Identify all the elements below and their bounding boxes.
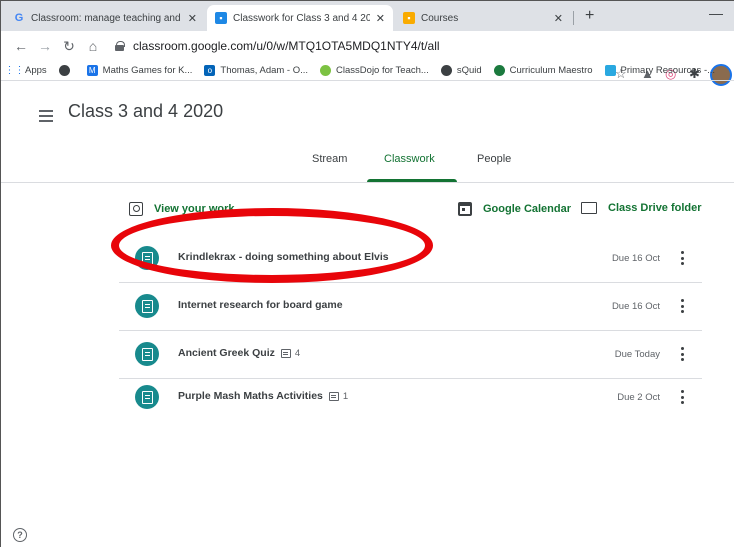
comment-count: 1: [328, 391, 348, 402]
due-date: Due 2 Oct: [617, 392, 660, 403]
google-calendar-link[interactable]: Google Calendar: [458, 202, 571, 216]
tab-strip: G Classroom: manage teaching and ✕ ▪ Cla…: [1, 1, 734, 31]
calendar-icon: [458, 202, 472, 216]
lock-icon: [115, 41, 125, 51]
bookmark-label: Apps: [25, 65, 47, 76]
page-title[interactable]: Class 3 and 4 2020: [68, 101, 223, 122]
bookmark-label: Primary Resources -...: [620, 65, 716, 76]
assignment-row[interactable]: Internet research for board game Due 16 …: [119, 283, 702, 331]
primary-resources-icon: [604, 65, 616, 76]
assignment-ind-icon: [129, 202, 143, 216]
divider: [1, 182, 734, 183]
red-highlight-ellipse: [111, 208, 433, 283]
tab-label: Classwork for Class 3 and 4 2020: [233, 12, 370, 24]
assignment-icon: [135, 342, 159, 366]
browser-toolbar: ← → ↻ ⌂ classroom.google.com/u/0/w/MTQ1O…: [1, 31, 734, 86]
assignment-title: Purple Mash Maths Activities 1: [178, 390, 349, 402]
classdojo-icon: [320, 65, 332, 76]
new-tab-icon[interactable]: +: [585, 7, 594, 25]
help-icon[interactable]: ?: [13, 528, 27, 542]
tab-classroom-help[interactable]: G Classroom: manage teaching and ✕: [5, 5, 205, 31]
comment-count: 4: [280, 348, 300, 359]
back-icon[interactable]: ←: [9, 38, 33, 54]
comment-icon: [328, 391, 339, 401]
classroom-icon: ▪: [215, 12, 227, 24]
tab-separator: [573, 11, 574, 25]
bookmarks-bar: ⋮⋮ Apps M Maths Games for K... o Thomas,…: [1, 61, 734, 81]
assignment-icon: [135, 294, 159, 318]
drive-label: Class Drive folder: [608, 202, 702, 214]
bookmark-squid[interactable]: sQuid: [440, 65, 482, 76]
bookmark-label: Thomas, Adam - O...: [220, 65, 309, 76]
more-options-icon[interactable]: [680, 390, 684, 404]
tab-classwork-active[interactable]: Classwork: [384, 153, 435, 165]
bookmark-icon: M: [86, 65, 98, 76]
browser-window: G Classroom: manage teaching and ✕ ▪ Cla…: [0, 0, 734, 547]
reload-icon[interactable]: ↻: [57, 38, 81, 55]
bookmark-label: Curriculum Maestro: [509, 65, 593, 76]
forward-icon[interactable]: →: [33, 38, 57, 54]
due-date: Due 16 Oct: [611, 301, 660, 312]
bookmark-curriculum-maestro[interactable]: Curriculum Maestro: [493, 65, 593, 76]
class-drive-folder-link[interactable]: Class Drive folder: [581, 202, 702, 214]
assignment-icon: [135, 385, 159, 409]
bookmark-primary-resources[interactable]: Primary Resources -...: [604, 65, 716, 76]
tab-stream[interactable]: Stream: [312, 153, 347, 165]
classroom-icon: ▪: [403, 12, 415, 24]
folder-icon: [581, 202, 597, 214]
home-icon[interactable]: ⌂: [81, 38, 105, 54]
url-text: classroom.google.com/u/0/w/MTQ1OTA5MDQ1N…: [133, 39, 440, 53]
calendar-label: Google Calendar: [483, 203, 572, 215]
more-options-icon[interactable]: [680, 251, 684, 265]
maestro-icon: [493, 65, 505, 76]
close-tab-icon[interactable]: ✕: [376, 12, 385, 25]
bookmark-globe[interactable]: [58, 65, 75, 76]
google-icon: G: [14, 12, 24, 24]
bookmark-label: sQuid: [456, 65, 482, 76]
more-options-icon[interactable]: [680, 347, 684, 361]
bookmark-label: Maths Games for K...: [102, 65, 193, 76]
due-date: Due Today: [614, 349, 660, 360]
tab-courses[interactable]: ▪ Courses ✕: [395, 5, 571, 31]
bookmark-maths-games[interactable]: M Maths Games for K...: [86, 65, 193, 76]
tab-classwork[interactable]: ▪ Classwork for Class 3 and 4 2020 ✕: [207, 5, 393, 31]
globe-icon: [440, 65, 452, 76]
globe-icon: [58, 65, 70, 76]
outlook-icon: o: [204, 65, 216, 76]
bookmark-apps[interactable]: ⋮⋮ Apps: [4, 65, 47, 76]
minimize-icon[interactable]: —: [709, 5, 723, 21]
due-date: Due 16 Oct: [611, 253, 660, 264]
menu-icon[interactable]: [39, 110, 53, 122]
tab-label: Courses: [421, 12, 459, 24]
bookmark-classdojo[interactable]: ClassDojo for Teach...: [320, 65, 429, 76]
assignment-title: Ancient Greek Quiz 4: [178, 347, 301, 359]
bookmark-label: ClassDojo for Teach...: [336, 65, 429, 76]
bookmark-outlook[interactable]: o Thomas, Adam - O...: [204, 65, 308, 76]
tab-people[interactable]: People: [477, 153, 511, 165]
more-options-icon[interactable]: [680, 299, 684, 313]
tab-label: Classroom: manage teaching and: [31, 12, 181, 24]
assignment-row[interactable]: Purple Mash Maths Activities 1 Due 2 Oct: [119, 374, 702, 422]
assignment-title: Internet research for board game: [178, 299, 343, 311]
apps-grid-icon: ⋮⋮: [4, 65, 25, 76]
assignment-row[interactable]: Ancient Greek Quiz 4 Due Today: [119, 331, 702, 379]
close-tab-icon[interactable]: ✕: [188, 12, 197, 25]
address-bar[interactable]: classroom.google.com/u/0/w/MTQ1OTA5MDQ1N…: [115, 35, 595, 57]
comment-icon: [280, 348, 291, 358]
close-tab-icon[interactable]: ✕: [554, 12, 563, 25]
